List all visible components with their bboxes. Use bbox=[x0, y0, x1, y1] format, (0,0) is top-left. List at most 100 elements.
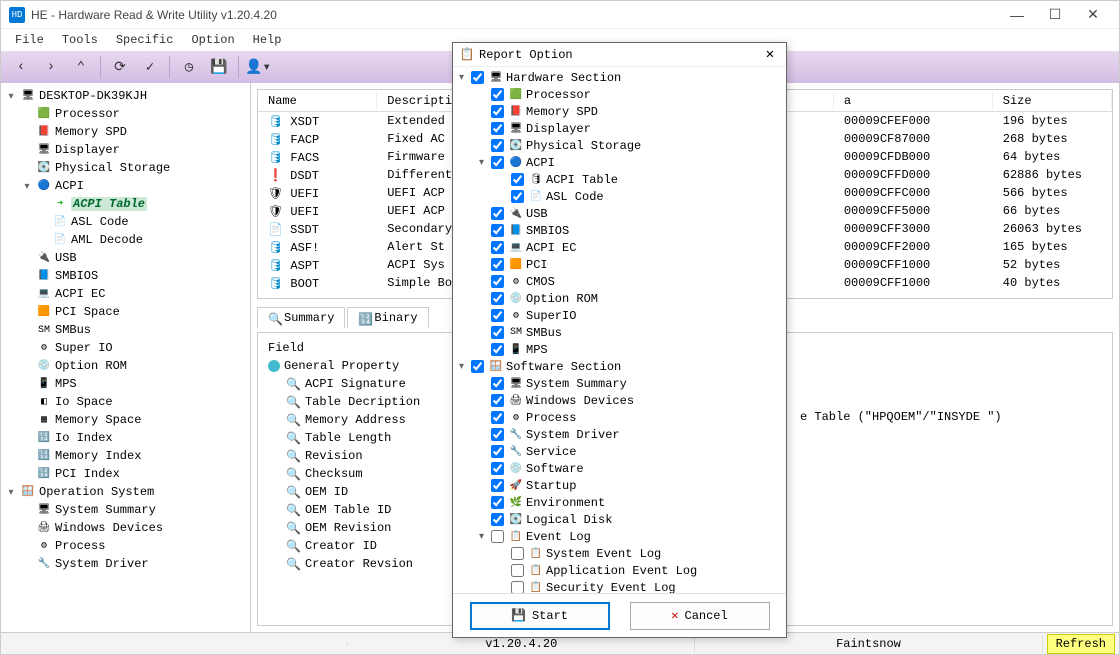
maximize-button[interactable]: ☐ bbox=[1037, 3, 1073, 27]
option-checkbox[interactable] bbox=[471, 360, 484, 373]
report-option-item[interactable]: 🟧PCI bbox=[457, 256, 782, 273]
report-option-item[interactable]: ⚙Process bbox=[457, 409, 782, 426]
option-checkbox[interactable] bbox=[511, 581, 524, 593]
tree-item[interactable]: ▾🔵ACPI bbox=[3, 177, 248, 195]
tree-item[interactable]: 📘SMBIOS bbox=[3, 267, 248, 285]
report-option-item[interactable]: 🖥System Summary bbox=[457, 375, 782, 392]
tree-item[interactable]: 🔢Memory Index bbox=[3, 447, 248, 465]
option-checkbox[interactable] bbox=[491, 428, 504, 441]
report-option-item[interactable]: 🔧Service bbox=[457, 443, 782, 460]
report-option-item[interactable]: 📕Memory SPD bbox=[457, 103, 782, 120]
tree-item[interactable]: SMSMBus bbox=[3, 321, 248, 339]
check-button[interactable]: ✓ bbox=[136, 54, 164, 80]
report-option-item[interactable]: 💽Physical Storage bbox=[457, 137, 782, 154]
minimize-button[interactable]: — bbox=[999, 3, 1035, 27]
menu-option[interactable]: Option bbox=[183, 31, 242, 49]
tree-item[interactable]: ➜ACPI Table bbox=[3, 195, 248, 213]
menu-specific[interactable]: Specific bbox=[108, 31, 182, 49]
caret-icon[interactable]: ▾ bbox=[459, 72, 469, 83]
tree-item[interactable]: 🖥System Summary bbox=[3, 501, 248, 519]
report-option-item[interactable]: 🔧System Driver bbox=[457, 426, 782, 443]
dialog-tree[interactable]: ▾🖥Hardware Section🟩Processor📕Memory SPD🖥… bbox=[453, 67, 786, 593]
option-checkbox[interactable] bbox=[491, 88, 504, 101]
forward-button[interactable]: › bbox=[37, 54, 65, 80]
report-option-item[interactable]: ⚙CMOS bbox=[457, 273, 782, 290]
option-checkbox[interactable] bbox=[491, 258, 504, 271]
option-checkbox[interactable] bbox=[491, 513, 504, 526]
user-button[interactable]: 👤▾ bbox=[244, 54, 272, 80]
tree-item[interactable]: 📄AML Decode bbox=[3, 231, 248, 249]
up-button[interactable]: ⌃ bbox=[67, 54, 95, 80]
tab-binary[interactable]: 🔢 Binary bbox=[347, 307, 428, 328]
menu-tools[interactable]: Tools bbox=[54, 31, 106, 49]
report-option-item[interactable]: ▾🔵ACPI bbox=[457, 154, 782, 171]
report-option-item[interactable]: 💻ACPI EC bbox=[457, 239, 782, 256]
option-checkbox[interactable] bbox=[491, 292, 504, 305]
option-checkbox[interactable] bbox=[491, 530, 504, 543]
option-checkbox[interactable] bbox=[491, 377, 504, 390]
report-option-item[interactable]: 🖥Displayer bbox=[457, 120, 782, 137]
dialog-close-button[interactable]: ✕ bbox=[760, 46, 780, 63]
option-checkbox[interactable] bbox=[511, 190, 524, 203]
report-option-item[interactable]: 🚀Startup bbox=[457, 477, 782, 494]
option-checkbox[interactable] bbox=[491, 139, 504, 152]
option-checkbox[interactable] bbox=[491, 309, 504, 322]
option-checkbox[interactable] bbox=[491, 224, 504, 237]
tree-item[interactable]: 🟩Processor bbox=[3, 105, 248, 123]
tree-item[interactable]: 📄ASL Code bbox=[3, 213, 248, 231]
option-checkbox[interactable] bbox=[491, 343, 504, 356]
refresh-button[interactable]: ⟳ bbox=[106, 54, 134, 80]
report-option-item[interactable]: ▾🪟Software Section bbox=[457, 358, 782, 375]
report-option-item[interactable]: 🟩Processor bbox=[457, 86, 782, 103]
start-button[interactable]: 💾 Start bbox=[470, 602, 610, 630]
report-option-item[interactable]: SMSMBus bbox=[457, 324, 782, 341]
tree-item[interactable]: 🖨Windows Devices bbox=[3, 519, 248, 537]
option-checkbox[interactable] bbox=[491, 105, 504, 118]
caret-icon[interactable]: ▾ bbox=[5, 91, 17, 102]
report-option-item[interactable]: 💿Option ROM bbox=[457, 290, 782, 307]
back-button[interactable]: ‹ bbox=[7, 54, 35, 80]
tab-summary[interactable]: 🔍 Summary bbox=[257, 307, 345, 328]
tree-item[interactable]: ▦Memory Space bbox=[3, 411, 248, 429]
caret-icon[interactable]: ▾ bbox=[5, 487, 17, 498]
tree-item[interactable]: ◧Io Space bbox=[3, 393, 248, 411]
option-checkbox[interactable] bbox=[491, 462, 504, 475]
tree-item[interactable]: 📕Memory SPD bbox=[3, 123, 248, 141]
option-checkbox[interactable] bbox=[491, 207, 504, 220]
refresh-button[interactable]: Refresh bbox=[1047, 634, 1115, 654]
option-checkbox[interactable] bbox=[491, 156, 504, 169]
report-option-item[interactable]: 📄ASL Code bbox=[457, 188, 782, 205]
report-option-item[interactable]: 🛢ACPI Table bbox=[457, 171, 782, 188]
col-name[interactable]: Name bbox=[258, 92, 377, 110]
cancel-button[interactable]: ✕ Cancel bbox=[630, 602, 770, 630]
tree-item[interactable]: 🟧PCI Space bbox=[3, 303, 248, 321]
tree-item[interactable]: ▾🪟Operation System bbox=[3, 483, 248, 501]
close-button[interactable]: ✕ bbox=[1075, 3, 1111, 27]
report-option-item[interactable]: 📋System Event Log bbox=[457, 545, 782, 562]
caret-icon[interactable]: ▾ bbox=[459, 361, 469, 372]
clock-button[interactable]: ◷ bbox=[175, 54, 203, 80]
option-checkbox[interactable] bbox=[491, 241, 504, 254]
option-checkbox[interactable] bbox=[511, 547, 524, 560]
report-option-item[interactable]: ▾🖥Hardware Section bbox=[457, 69, 782, 86]
save-button[interactable]: 💾 bbox=[205, 54, 233, 80]
caret-icon[interactable]: ▾ bbox=[479, 157, 489, 168]
option-checkbox[interactable] bbox=[471, 71, 484, 84]
report-option-item[interactable]: 📋Application Event Log bbox=[457, 562, 782, 579]
menu-help[interactable]: Help bbox=[245, 31, 290, 49]
report-option-item[interactable]: 🖨Windows Devices bbox=[457, 392, 782, 409]
tree-item[interactable]: 🔢Io Index bbox=[3, 429, 248, 447]
report-option-item[interactable]: 📘SMBIOS bbox=[457, 222, 782, 239]
caret-icon[interactable]: ▾ bbox=[479, 531, 489, 542]
tree-item[interactable]: 💻ACPI EC bbox=[3, 285, 248, 303]
option-checkbox[interactable] bbox=[491, 479, 504, 492]
option-checkbox[interactable] bbox=[491, 496, 504, 509]
option-checkbox[interactable] bbox=[511, 173, 524, 186]
tree-item[interactable]: ⚙Super IO bbox=[3, 339, 248, 357]
caret-icon[interactable]: ▾ bbox=[21, 181, 33, 192]
menu-file[interactable]: File bbox=[7, 31, 52, 49]
report-option-item[interactable]: 💽Logical Disk bbox=[457, 511, 782, 528]
option-checkbox[interactable] bbox=[491, 445, 504, 458]
report-option-item[interactable]: 📋Security Event Log bbox=[457, 579, 782, 593]
option-checkbox[interactable] bbox=[491, 411, 504, 424]
